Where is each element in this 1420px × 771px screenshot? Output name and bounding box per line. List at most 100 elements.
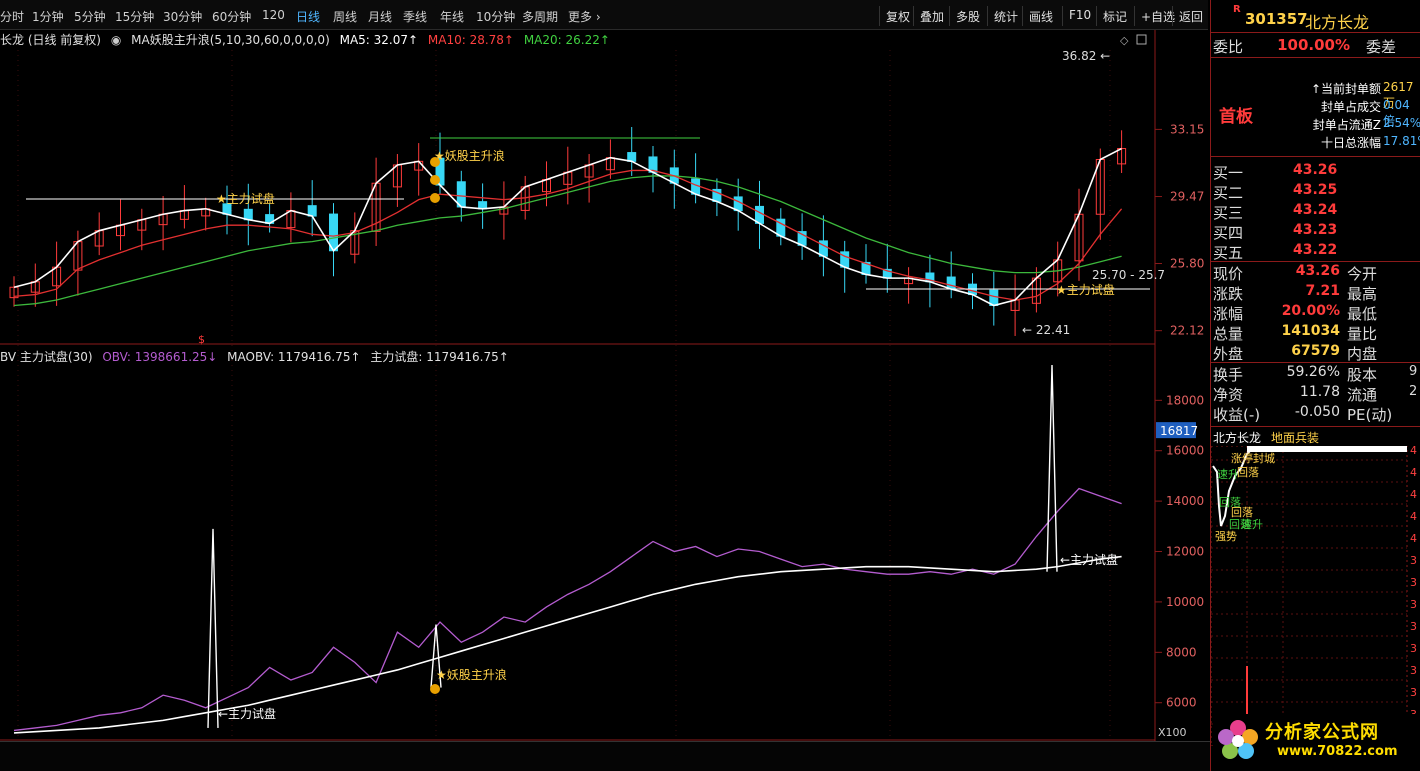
stat2-label: 收益(-) [1213,406,1261,424]
stat2-label-right: PE(动) [1347,406,1393,424]
candle-body [478,201,488,210]
mini-tag: 强势 [1215,530,1237,543]
seal-label: ↑当前封单额 [1310,82,1381,96]
stat-label: 现价 [1213,265,1244,283]
maobv-readout: MAOBV: 1179416.75↑ [227,350,361,364]
mini-tag: 回落 [1237,466,1259,479]
sub-chart-info: BV 主力试盘(30) OBV: 1398661.25↓ MAOBV: 1179… [0,348,509,365]
signal-spike [1046,365,1058,572]
candle-body [307,205,317,217]
bid-price: 43.25 [1293,182,1338,198]
current-value-text: 16817 [1160,424,1198,438]
mini-chart: 涨停封城速升回落回落回落速升强势回落44444333333333 [1211,446,1420,746]
stat-label: 涨跌 [1213,285,1244,303]
chart-area[interactable]: 33.15 29.47 25.80 22.12 18000 16000 14000 12000… [0,0,1210,771]
y-tick-label: 29.47 [1170,190,1204,204]
stat-value: 43.26 [1295,263,1340,279]
bid-label: 买三 [1213,204,1244,222]
y-tick-label: 6000 [1166,696,1197,710]
y-tick-label: 25.80 [1170,257,1204,271]
stat2-label: 换手 [1213,366,1244,384]
flower-logo-icon [1218,720,1258,759]
coin-icon [430,175,440,185]
mini-tick: 4 [1410,488,1417,501]
seal-value: 17.81% [1383,134,1420,148]
maximize-icon[interactable] [1136,34,1147,45]
coin-icon [430,684,440,694]
stat-value: 7.21 [1305,283,1340,299]
stat-value: 20.00% [1281,303,1340,319]
stat-label: 涨幅 [1213,305,1244,323]
signal-label: ★妖股主升浪 [434,148,505,163]
candle-body [243,208,253,221]
dollar-mark: $ [198,333,205,346]
mini-tick: 4 [1410,532,1417,545]
zltp-readout: 主力试盘: 1179416.75↑ [370,350,509,364]
mini-tag: 涨停封城 [1231,451,1275,465]
range-label: 25.70 - 25.7 [1092,268,1165,282]
stat2-label-right: 股本 [1347,366,1378,384]
candle-body [946,276,956,290]
obv-readout: OBV: 1398661.25↓ [102,350,218,364]
high-label: 36.82 ← [1062,49,1110,63]
bid-price: 43.24 [1293,202,1338,218]
mini-tag: 回落 [1229,518,1251,531]
stock-code: 301357 [1245,10,1308,28]
weicha-label: 委差 [1365,38,1396,56]
sub-signal-label: ★妖股主升浪 [436,667,507,682]
y-tick-label: 33.15 [1170,122,1204,136]
bid-label: 买一 [1213,164,1244,182]
stat2-value: 11.78 [1299,384,1340,400]
weibi-label: 委比 [1213,38,1244,56]
tab-stock[interactable]: 北方长龙 [1213,429,1261,446]
seal-label: 封单占流通Z [1312,118,1381,132]
quote-panel: R 301357 北方长龙 委比 100.00% 委差 首板 ↑当前封单额 261… [1210,0,1420,771]
y-tick-label: 10000 [1166,595,1204,609]
stat-label-right: 内盘 [1347,345,1378,363]
y-tick-label: 16000 [1166,444,1204,458]
stat-value: 141034 [1281,323,1340,339]
stat2-value: 59.26% [1286,364,1340,380]
signal-spike [207,528,219,728]
candle-body [627,152,637,162]
low-label: ← 22.41 [1022,323,1070,337]
tab-sector[interactable]: 地面兵装 [1271,429,1319,446]
obv-line [13,487,1122,732]
mini-tick: 3 [1410,598,1417,611]
bid-price: 43.26 [1293,162,1338,178]
diamond-icon[interactable]: ◇ [1120,34,1129,47]
logo-url: www.70822.com [1277,744,1398,759]
stat2-label-right: 流通 [1347,386,1378,404]
stat-label-right: 量比 [1347,325,1378,343]
r-marker: R [1233,4,1241,15]
mini-tick: 3 [1410,620,1417,633]
y-tick-label: 12000 [1166,545,1204,559]
stat2-extra: 9 [1409,364,1418,379]
bid-label: 买四 [1213,224,1244,242]
sub-chart-title: BV 主力试盘(30) [0,350,93,364]
weibi-row: 委比 100.00% 委差 [1213,36,1418,56]
board-badge: 首板 [1219,107,1253,127]
bid-price: 43.23 [1293,222,1338,238]
bid-price: 43.22 [1293,242,1338,258]
mini-tick: 3 [1410,642,1417,655]
sub-signal-label: ←主力试盘 [218,706,276,721]
stat-value: 67579 [1291,343,1340,359]
mini-bg [1211,446,1420,746]
mini-tag: 速升 [1217,468,1239,481]
mini-tick: 3 [1410,686,1417,699]
maobv-line [13,555,1122,734]
seal-label: 十日总涨幅 [1320,136,1381,150]
y-tick-label: 22.12 [1170,324,1204,338]
mini-tick: 4 [1410,466,1417,479]
stat-label-right: 今开 [1347,265,1378,283]
mini-tick: 4 [1410,510,1417,523]
coin-icon [430,157,440,167]
logo-text: 分析家公式网 [1265,722,1379,743]
mini-tick: 3 [1410,664,1417,677]
stat2-label: 净资 [1213,386,1244,404]
site-logo: 分析家公式网 www.70822.com [1213,714,1419,766]
stock-name: 北方长龙 [1305,13,1370,32]
coin-icon [430,193,440,203]
y-tick-label: 8000 [1166,645,1197,659]
